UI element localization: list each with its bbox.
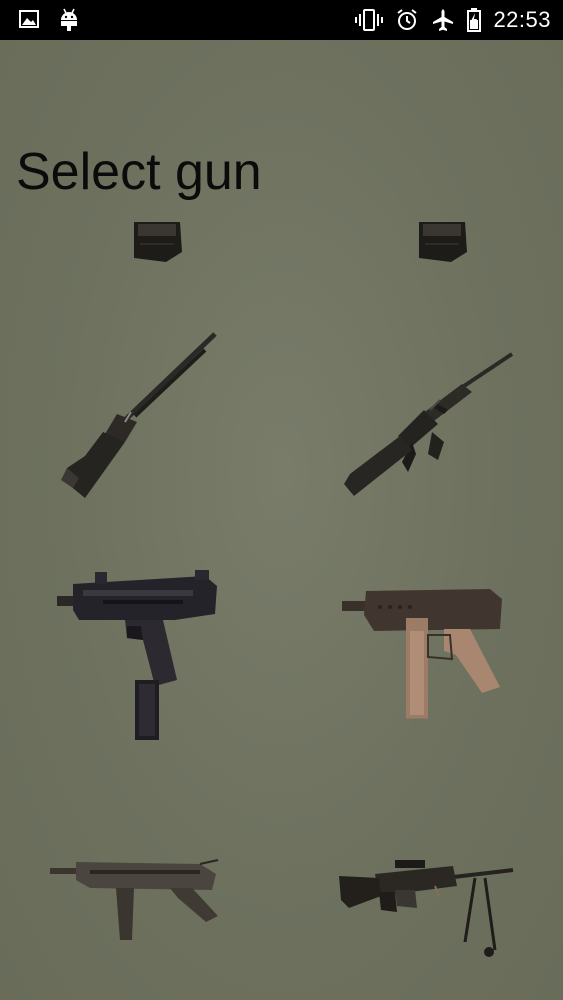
magazine-icon xyxy=(419,222,467,262)
magazine-icon xyxy=(134,222,182,262)
submachine-gun-icon xyxy=(50,859,219,940)
shotgun-icon xyxy=(61,332,217,498)
machine-gun-icon xyxy=(339,860,514,957)
status-right-icons: 22:53 xyxy=(355,6,551,34)
status-time: 22:53 xyxy=(493,7,551,32)
status-left-icons xyxy=(18,8,80,32)
gun-option-assault-rifle[interactable] xyxy=(340,350,515,500)
gun-option-tec9[interactable] xyxy=(340,585,505,725)
gun-option-magazine-right[interactable] xyxy=(415,222,471,264)
airplane-mode-icon xyxy=(431,8,455,32)
uzi-icon xyxy=(57,570,217,740)
status-bar: 22:53 xyxy=(0,0,563,40)
machine-pistol-icon xyxy=(342,589,502,719)
image-notification-icon xyxy=(18,8,40,32)
gun-select-screen: Select gun xyxy=(0,40,563,1000)
gun-option-uzi[interactable] xyxy=(55,570,220,742)
alarm-icon xyxy=(395,8,419,32)
assault-rifle-icon xyxy=(344,352,514,496)
gun-option-machine-gun[interactable] xyxy=(335,860,515,970)
vibrate-icon xyxy=(355,8,384,32)
page-title: Select gun xyxy=(16,143,262,201)
gun-option-magazine-left[interactable] xyxy=(130,222,186,264)
android-debug-icon xyxy=(58,8,80,32)
battery-icon xyxy=(467,8,482,32)
gun-option-mp40[interactable] xyxy=(50,859,220,942)
gun-option-shotgun[interactable] xyxy=(55,330,220,500)
